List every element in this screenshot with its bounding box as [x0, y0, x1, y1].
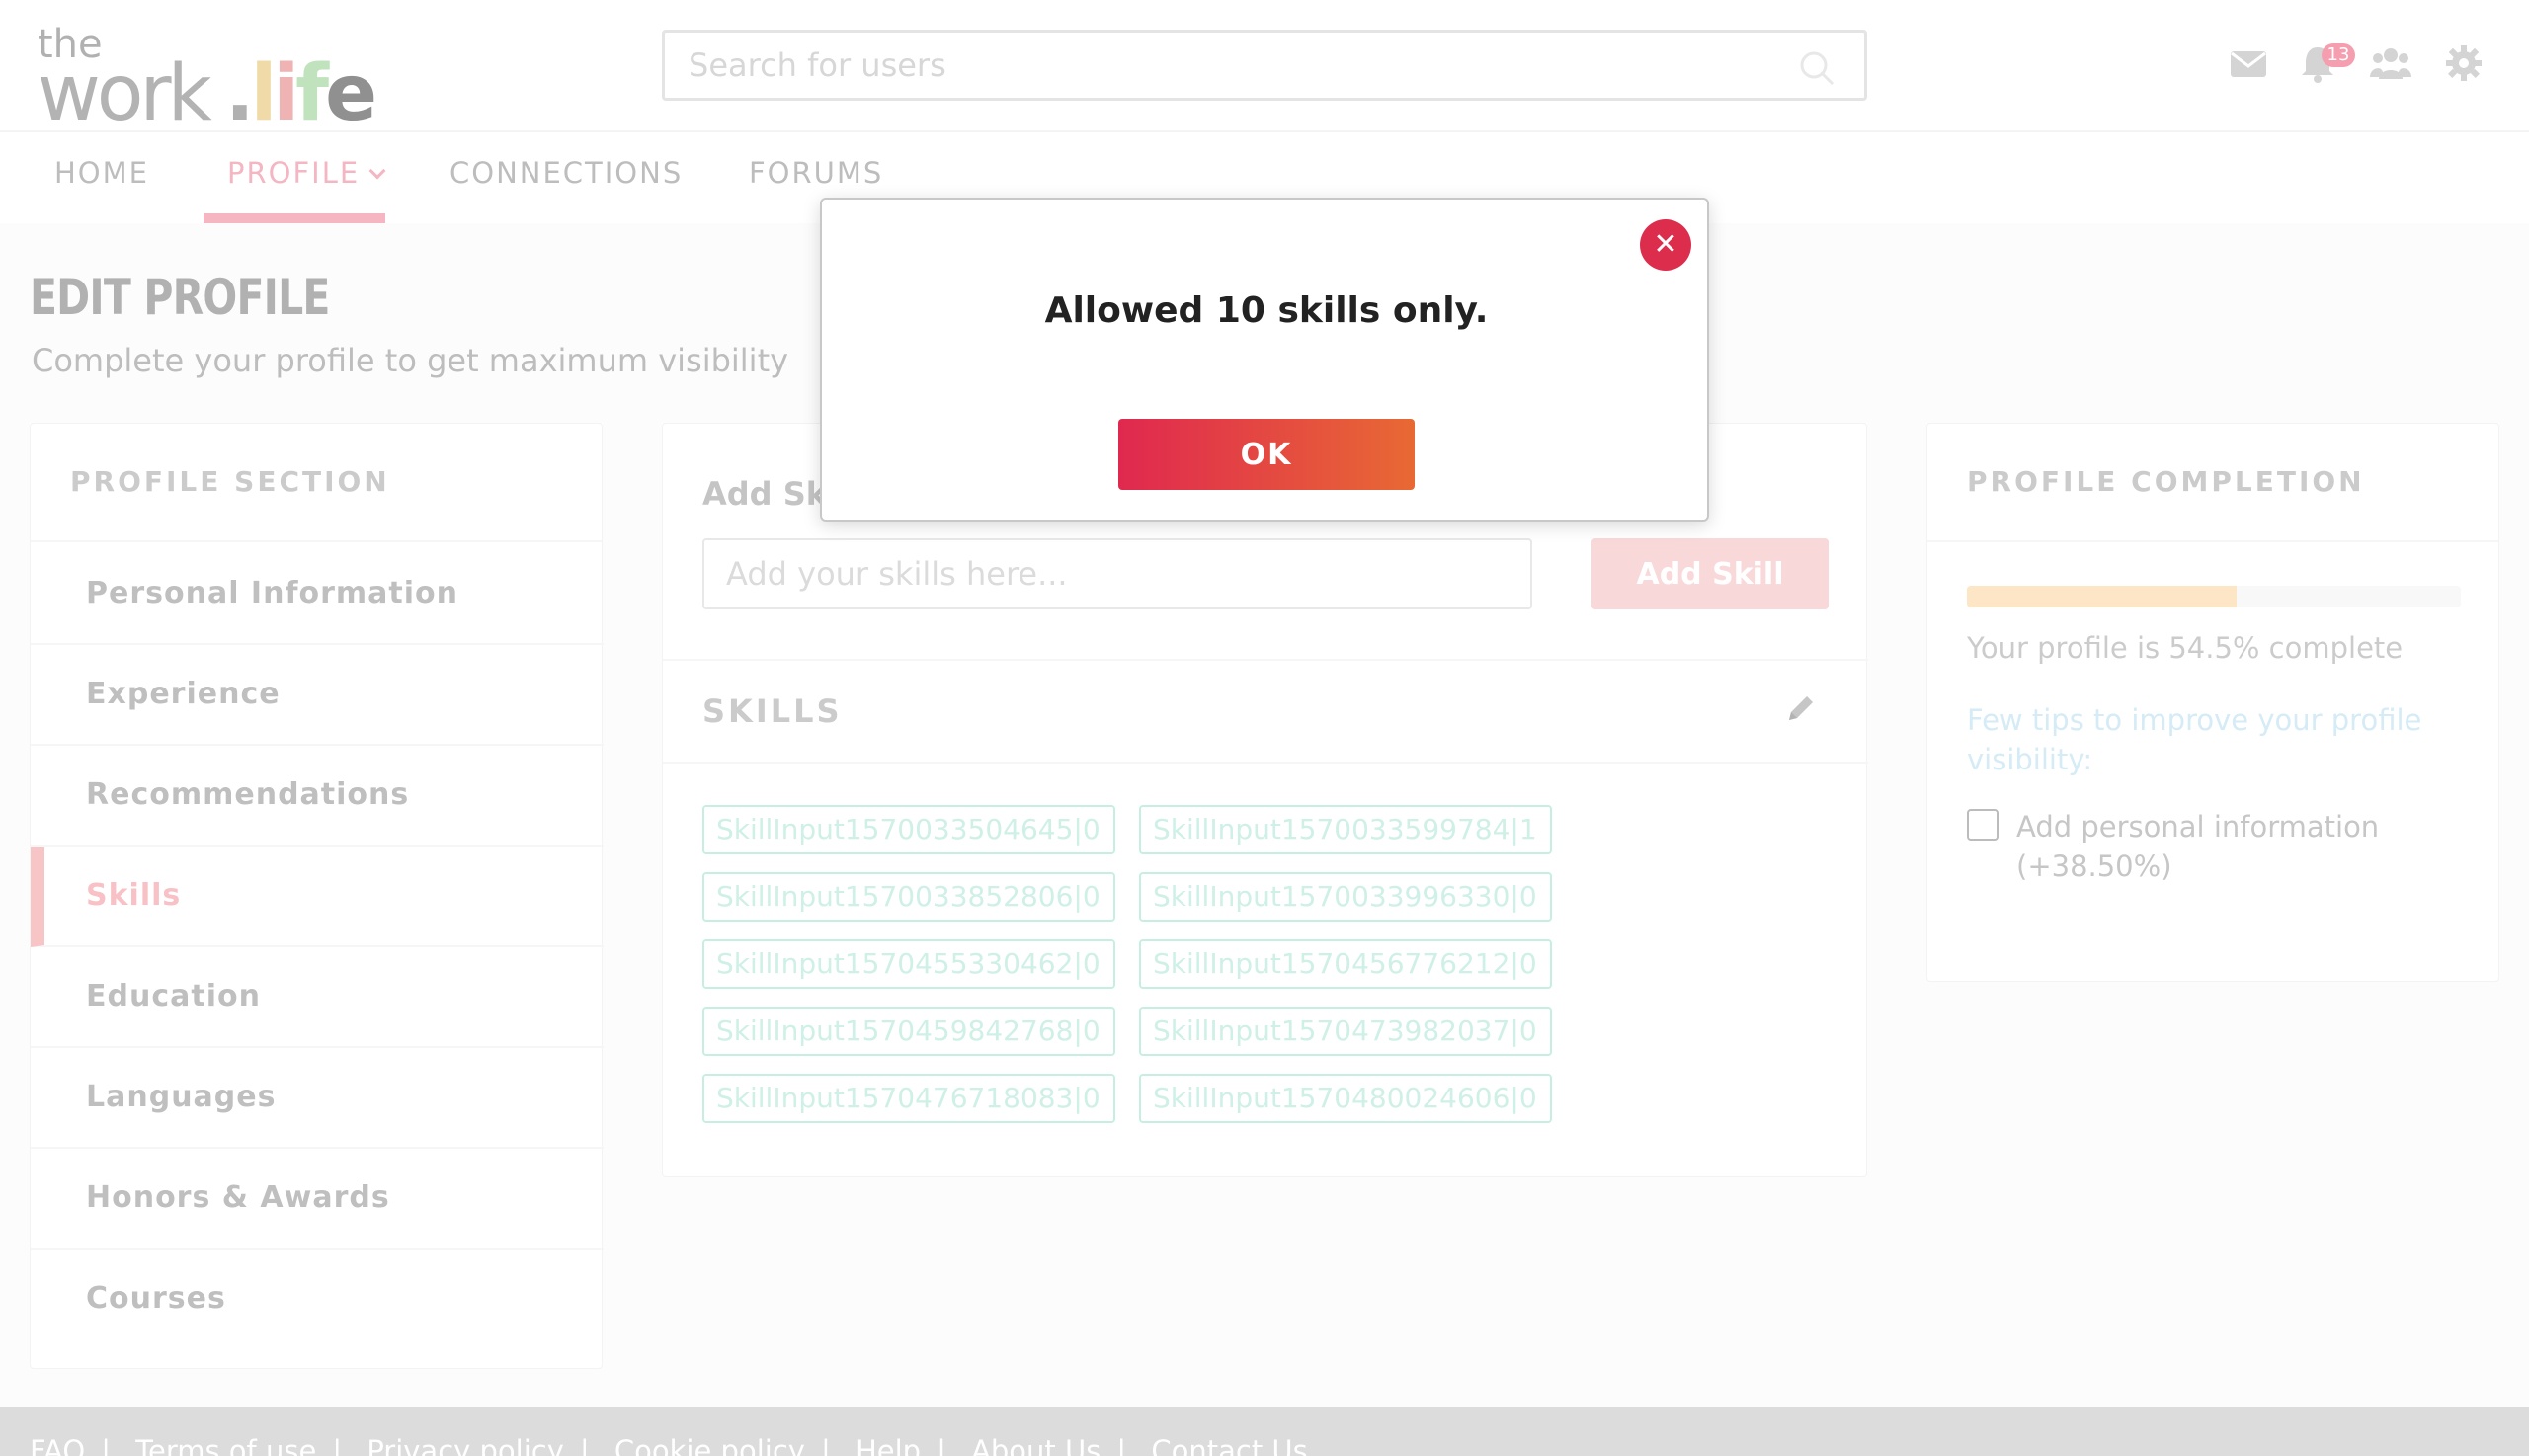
close-icon[interactable]: ✕ [1640, 219, 1691, 271]
alert-message: Allowed 10 skills only. [1044, 290, 1489, 331]
ok-button[interactable]: OK [1118, 419, 1415, 490]
alert-dialog: ✕ Allowed 10 skills only. OK [820, 198, 1709, 522]
